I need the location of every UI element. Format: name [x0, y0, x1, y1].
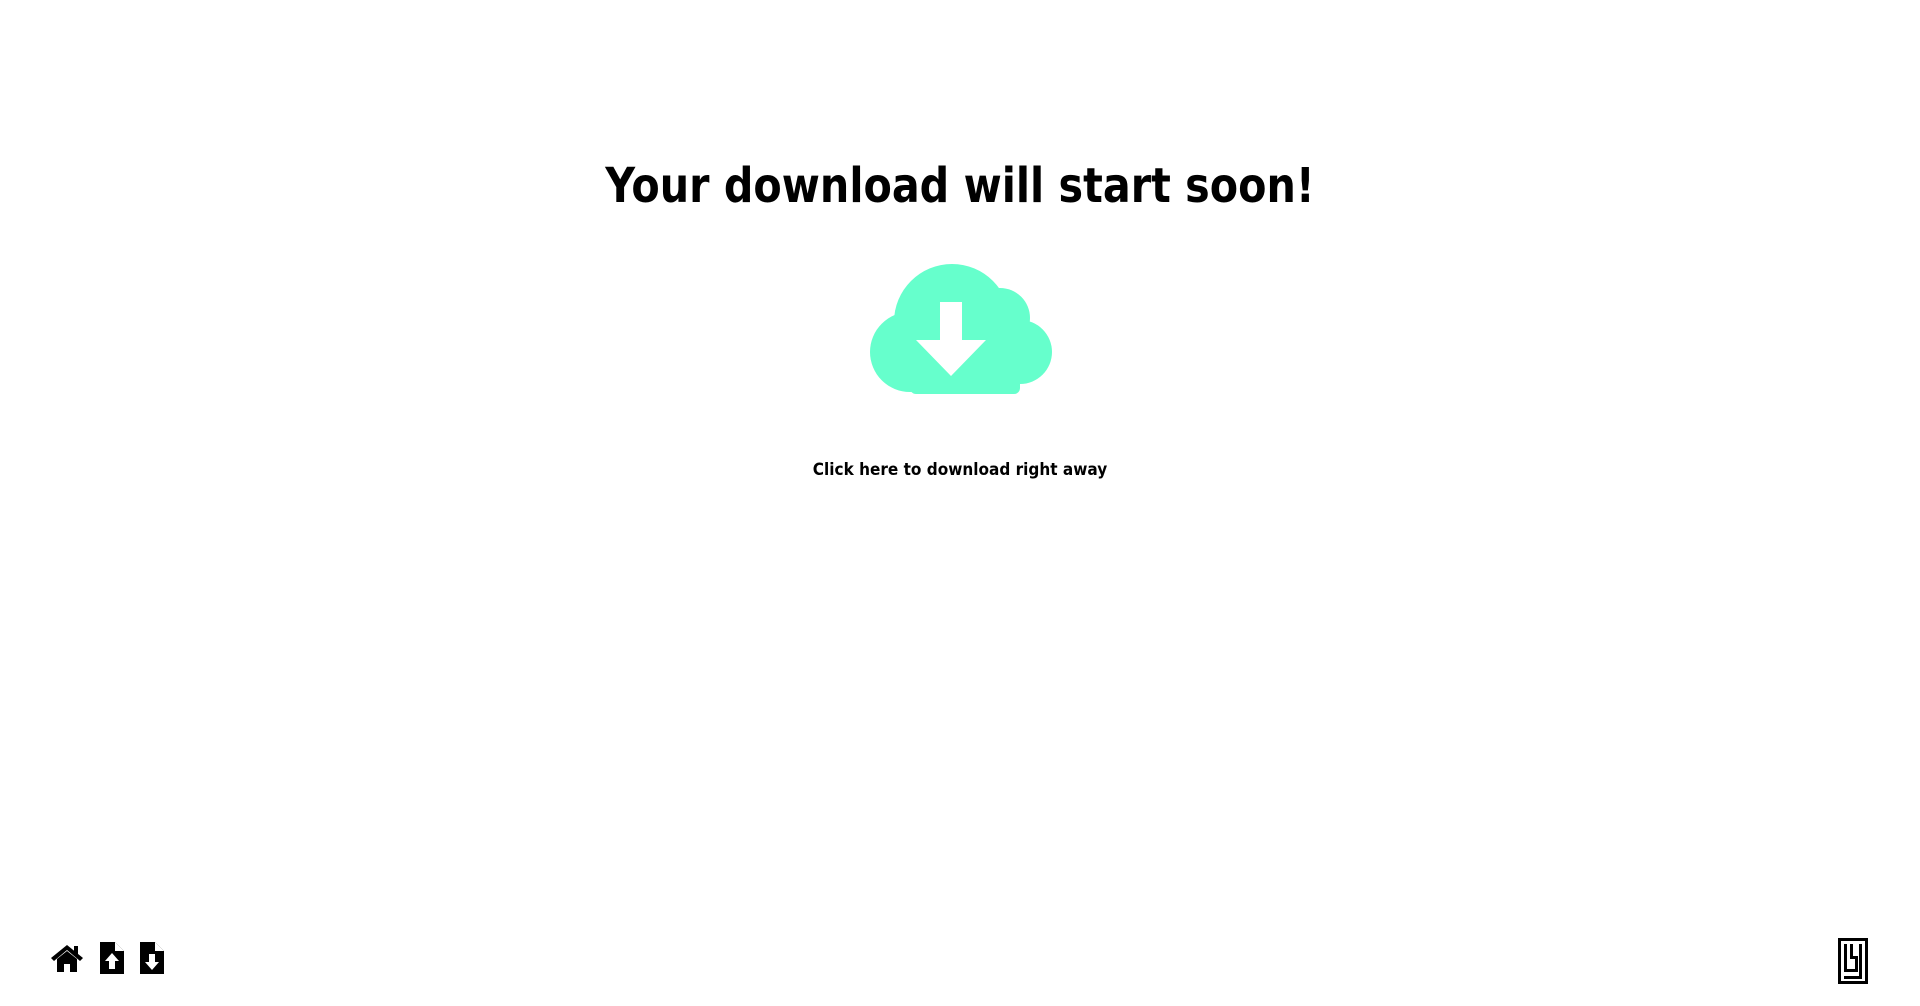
file-download-icon[interactable] [140, 942, 164, 978]
home-icon[interactable] [50, 943, 84, 977]
brand-logo-icon[interactable] [1838, 938, 1868, 984]
download-now-link[interactable]: Click here to download right away [96, 458, 1824, 482]
footer-nav [50, 942, 164, 978]
file-upload-icon[interactable] [100, 942, 124, 978]
cloud-download-icon [870, 264, 1052, 394]
page-title: Your download will start soon! [605, 158, 1315, 214]
